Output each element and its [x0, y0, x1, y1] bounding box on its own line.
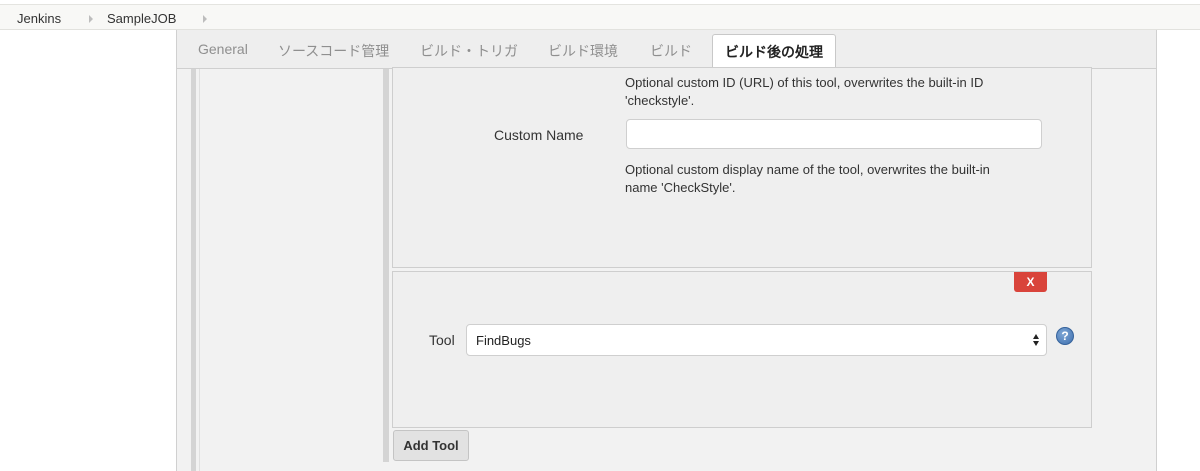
section-indent-line	[199, 69, 200, 471]
tool-select[interactable]: FindBugs	[466, 324, 1047, 356]
tab-general[interactable]: General	[198, 41, 248, 57]
help-icon[interactable]: ?	[1056, 327, 1074, 345]
tab-build-triggers[interactable]: ビルド・トリガ	[420, 41, 518, 61]
custom-name-input[interactable]	[626, 119, 1042, 149]
custom-name-label: Custom Name	[494, 127, 584, 143]
tool-label: Tool	[429, 332, 455, 348]
job-config-frame: General ソースコード管理 ビルド・トリガ ビルド環境 ビルド ビルド後の…	[176, 30, 1157, 471]
breadcrumb-separator-icon	[203, 15, 207, 23]
tool-config-panel-findbugs: X Tool FindBugs ?	[392, 271, 1092, 428]
config-tabbar: General ソースコード管理 ビルド・トリガ ビルド環境 ビルド ビルド後の…	[177, 30, 1156, 70]
breadcrumb: Jenkins SampleJOB	[0, 4, 1200, 30]
delete-tool-button[interactable]: X	[1014, 272, 1047, 292]
custom-id-help-text: Optional custom ID (URL) of this tool, o…	[625, 75, 984, 108]
tool-config-panel-checkstyle: Optional custom ID (URL) of this tool, o…	[392, 67, 1092, 268]
custom-name-help-text: Optional custom display name of the tool…	[625, 162, 990, 195]
tool-list-indent-bar	[383, 69, 389, 462]
breadcrumb-separator-icon	[89, 15, 93, 23]
tab-build-environment[interactable]: ビルド環境	[548, 41, 618, 61]
tab-build[interactable]: ビルド	[650, 41, 692, 61]
tab-post-build-actions[interactable]: ビルド後の処理	[712, 34, 836, 70]
section-indent-bar	[191, 69, 196, 471]
breadcrumb-jenkins[interactable]: Jenkins	[17, 11, 61, 26]
add-tool-button[interactable]: Add Tool	[393, 430, 469, 461]
tool-select-value: FindBugs	[476, 333, 531, 348]
tab-source-code-management[interactable]: ソースコード管理	[278, 41, 389, 61]
breadcrumb-samplejob[interactable]: SampleJOB	[107, 11, 176, 26]
select-arrows-icon	[1032, 334, 1040, 348]
config-content: Optional custom ID (URL) of this tool, o…	[177, 67, 1156, 471]
